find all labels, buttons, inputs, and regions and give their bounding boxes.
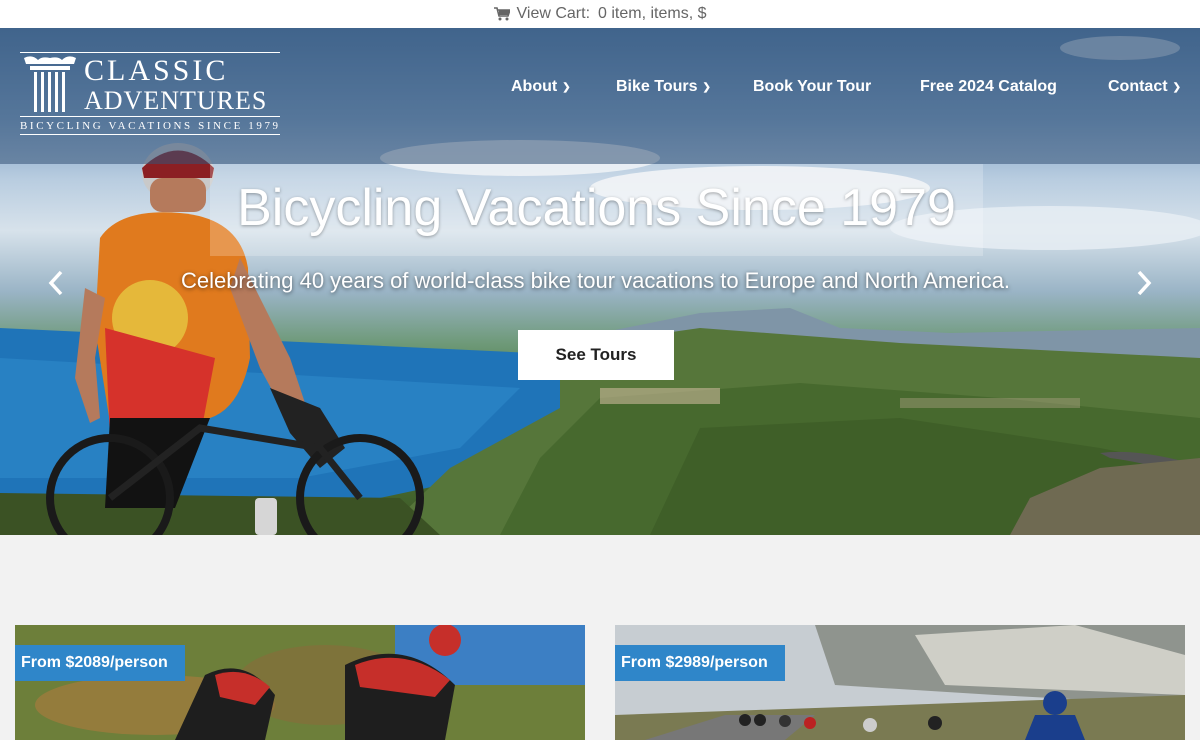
tour-card-photo	[15, 625, 585, 740]
carousel-next-button[interactable]	[1134, 268, 1154, 304]
nav-free-catalog-label: Free 2024 Catalog	[920, 78, 1057, 95]
hero-banner: CLASSIC ADVENTURES BICYCLING VACATIONS S…	[0, 28, 1200, 535]
nav-book-your-tour[interactable]: Book Your Tour	[753, 78, 871, 96]
tour-card-photo	[615, 625, 1185, 740]
nav-contact-label: Contact	[1108, 78, 1168, 95]
chevron-right-icon	[1137, 270, 1152, 296]
nav-bike-tours[interactable]: Bike Tours ❯	[616, 78, 711, 96]
price-badge: From $2989/person	[615, 645, 785, 681]
nav-bike-tours-label: Bike Tours	[616, 78, 698, 95]
nav-about-label: About	[511, 78, 558, 95]
cart-summary: 0 item, items, $	[598, 5, 707, 22]
hero-title: Bicycling Vacations Since 1979	[237, 179, 956, 237]
nav-book-your-tour-label: Book Your Tour	[753, 78, 872, 95]
price-badge: From $2089/person	[15, 645, 185, 681]
carousel-prev-button[interactable]	[46, 268, 66, 304]
view-cart-label[interactable]: View Cart:	[517, 5, 591, 23]
chevron-left-icon	[48, 270, 63, 296]
hero-subtitle: Celebrating 40 years of world-class bike…	[180, 268, 1011, 293]
site-header: CLASSIC ADVENTURES BICYCLING VACATIONS S…	[0, 28, 1200, 164]
tour-card[interactable]: From $2989/person	[615, 625, 1185, 740]
main-nav: About ❯ Bike Tours ❯ Book Your Tour Free…	[0, 78, 1200, 100]
view-cart-bar[interactable]: View Cart: 0 item, items, $	[0, 0, 1200, 28]
chevron-down-icon: ❯	[1172, 81, 1181, 93]
tour-card[interactable]: From $2089/person	[15, 625, 585, 740]
nav-contact[interactable]: Contact ❯	[1108, 78, 1181, 96]
chevron-down-icon: ❯	[562, 81, 571, 93]
see-tours-button[interactable]: See Tours	[518, 330, 674, 380]
nav-free-catalog[interactable]: Free 2024 Catalog	[920, 78, 1057, 96]
chevron-down-icon: ❯	[702, 81, 711, 93]
logo-tagline: BICYCLING VACATIONS SINCE 1979	[20, 120, 281, 132]
nav-about[interactable]: About ❯	[511, 78, 571, 96]
shopping-cart-icon	[493, 7, 510, 21]
